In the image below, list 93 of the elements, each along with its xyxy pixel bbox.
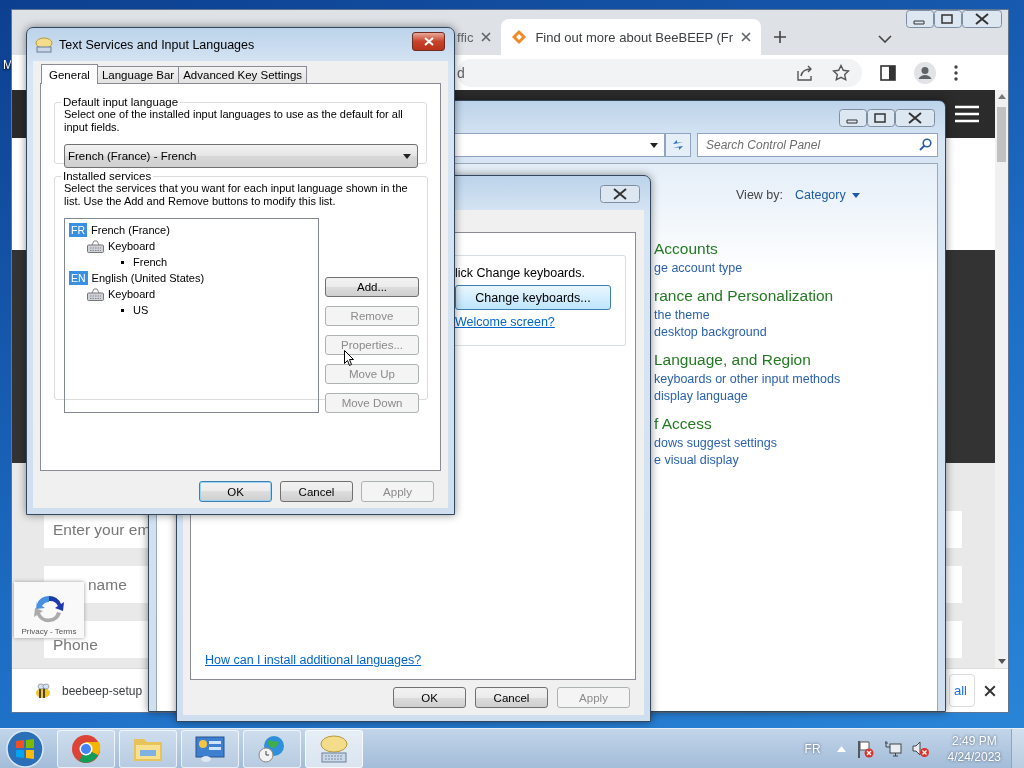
scroll-up-icon[interactable]: [997, 94, 1006, 99]
plus-icon[interactable]: [773, 30, 788, 44]
star-icon[interactable]: [832, 63, 850, 82]
category-heading[interactable]: f Access: [654, 415, 937, 433]
keyboard-icon: [87, 287, 104, 301]
tree-item[interactable]: English (United States): [91, 272, 205, 284]
dialog-button[interactable]: OK: [199, 481, 272, 502]
share-icon[interactable]: [796, 64, 814, 81]
scroll-down-icon[interactable]: [997, 659, 1006, 664]
category-link[interactable]: the theme: [654, 308, 937, 322]
close-button[interactable]: [895, 109, 935, 127]
side-panel-icon[interactable]: [880, 64, 896, 81]
diamond-icon: [511, 29, 528, 45]
keyboard-icon: [87, 239, 104, 253]
caret-icon: [403, 153, 411, 159]
category-link[interactable]: desktop background: [654, 325, 937, 339]
speech-bubble-keyboard-icon: [35, 36, 53, 53]
category-heading[interactable]: rance and Personalization: [654, 287, 937, 305]
chevron-down-icon[interactable]: [878, 35, 892, 43]
close-icon[interactable]: [984, 684, 996, 697]
profile-icon[interactable]: [914, 61, 936, 84]
group-label: Installed services: [62, 170, 153, 182]
recaptcha-links[interactable]: Privacy - Terms: [21, 627, 77, 636]
caret-icon: [851, 192, 860, 198]
taskbar-button[interactable]: [243, 729, 301, 768]
color-wheel-icon: [71, 733, 101, 764]
category-link[interactable]: e visual display: [654, 453, 937, 467]
category-link[interactable]: ge account type: [654, 261, 937, 275]
tree-item[interactable]: Keyboard: [108, 240, 156, 252]
window-title: Text Services and Input Languages: [59, 37, 256, 52]
close-button[interactable]: [962, 10, 1002, 28]
tree-item[interactable]: US: [133, 304, 149, 316]
taskbar-button[interactable]: [57, 729, 115, 768]
maximize-button[interactable]: [934, 10, 962, 28]
close-button[interactable]: [412, 32, 445, 51]
taskbar-button[interactable]: [181, 729, 239, 768]
instruction-text: lick Change keyboards.: [455, 266, 586, 280]
close-icon[interactable]: [741, 32, 752, 42]
menu-icon[interactable]: [955, 105, 979, 123]
tree-item[interactable]: French (France): [91, 224, 170, 236]
maximize-button[interactable]: [867, 109, 895, 127]
minimize-button[interactable]: [906, 10, 934, 28]
close-button[interactable]: [600, 185, 640, 203]
show-all-button[interactable]: all: [949, 674, 975, 707]
bullet-icon: [121, 308, 124, 312]
help-link[interactable]: How can I install additional languages?: [205, 653, 635, 667]
tree-item[interactable]: Keyboard: [108, 288, 156, 300]
bullet-icon: [121, 260, 124, 264]
menu-icon[interactable]: [954, 64, 958, 81]
monitor-icon: [194, 734, 226, 763]
browser-tab[interactable]: Find out more about BeeBEEP (Fr: [501, 19, 762, 55]
search-icon: [919, 138, 932, 151]
description-text: Select the services that you want for each input language shown in the list. Use the Add and Remove buttons to modify this list.: [64, 182, 409, 208]
category-link[interactable]: dows suggest settings: [654, 436, 937, 450]
scroll-thumb[interactable]: [997, 107, 1006, 162]
description-text: Select one of the installed input languages to use as the default for all input fields.: [64, 108, 404, 134]
category-heading[interactable]: Language, and Region: [654, 351, 937, 369]
category-link[interactable]: keyboards or other input methods: [654, 372, 937, 386]
refresh-arrows-icon: [32, 593, 66, 625]
help-link[interactable]: Welcome screen?: [455, 315, 625, 329]
cursor-icon: [344, 350, 354, 366]
download-file-name[interactable]: beebeep-setup: [62, 683, 143, 698]
speech-bubble-keyboard-icon: [318, 733, 350, 764]
arrows-icon: [671, 138, 685, 152]
flag-error-icon[interactable]: [855, 739, 874, 758]
change-keyboards-button[interactable]: Change keyboards...: [455, 285, 611, 310]
category-link[interactable]: display language: [654, 389, 937, 403]
dialog-tab[interactable]: General: [41, 64, 98, 84]
speaker-muted-icon[interactable]: [911, 739, 930, 758]
bee-icon: [34, 682, 52, 699]
network-icon[interactable]: [883, 739, 902, 758]
dialog-button[interactable]: Add...: [325, 277, 419, 297]
dialog-button[interactable]: Cancel: [475, 687, 548, 708]
minimize-button[interactable]: [839, 109, 867, 127]
view-by-dropdown[interactable]: Category: [795, 188, 860, 202]
language-dropdown[interactable]: French (France) - French: [64, 144, 418, 168]
dialog-tab[interactable]: Advanced Key Settings: [178, 66, 308, 83]
close-icon: [423, 37, 434, 46]
language-badge: EN: [69, 271, 88, 285]
group-label: Default input language: [62, 96, 180, 108]
browser-tab[interactable]: ffic: [455, 19, 502, 55]
search-field[interactable]: Search Control Panel: [697, 133, 938, 157]
tree-item[interactable]: French: [133, 256, 168, 268]
language-badge: FR: [69, 223, 87, 237]
dialog-button[interactable]: OK: [393, 687, 466, 708]
address-bar[interactable]: d: [457, 58, 862, 87]
dialog-tab[interactable]: Language Bar: [96, 66, 180, 83]
start-orb-icon[interactable]: [5, 728, 45, 768]
scrollbar[interactable]: [995, 90, 1008, 668]
view-by-label: View by:: [736, 188, 783, 202]
category-heading[interactable]: Accounts: [654, 240, 937, 258]
dialog-button[interactable]: Cancel: [280, 481, 353, 502]
caret-icon[interactable]: [650, 142, 658, 148]
